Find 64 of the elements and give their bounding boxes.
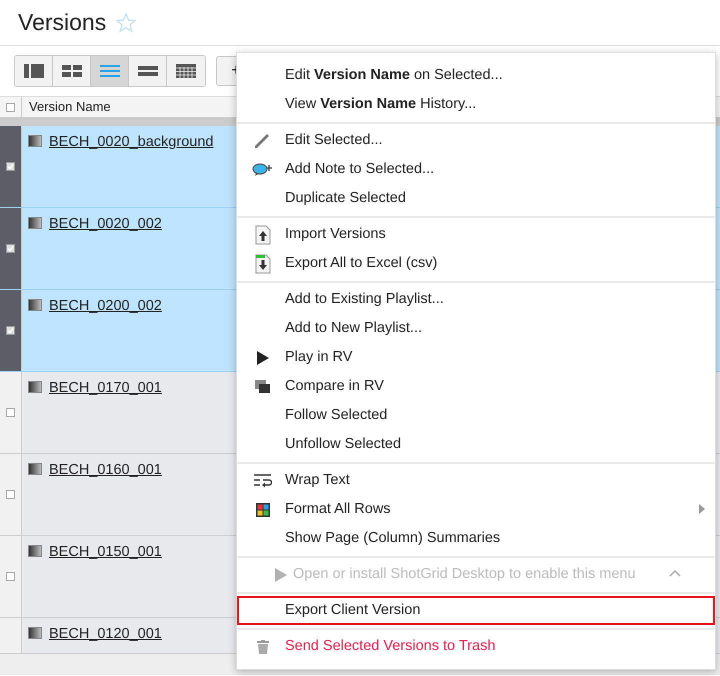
download-file-icon [255,254,271,274]
play-icon [257,350,269,364]
grid-view-icon [62,63,82,79]
trash-icon [257,640,269,654]
panel-view-icon [24,63,44,79]
select-all-checkbox[interactable] [6,102,15,112]
speech-bubble-icon [252,162,274,176]
menu-item[interactable]: Edit Version Name on Selected... [237,61,715,90]
page-title: Versions [18,8,106,36]
thumbnail-icon [28,381,42,393]
menu-item[interactable]: Unfollow Selected [237,430,715,459]
menu-item[interactable]: Compare in RV [237,372,715,401]
version-link[interactable]: BECH_0020_002 [49,214,162,236]
version-link[interactable]: BECH_0200_002 [49,296,162,318]
menu-item[interactable]: Add Note to Selected... [237,155,715,184]
view-button[interactable] [167,56,205,86]
menu-item[interactable]: Duplicate Selected [237,184,715,213]
menu-item[interactable]: Export All to Excel (csv) [237,249,715,278]
menu-item[interactable]: Follow Selected [237,401,715,430]
view-button[interactable] [15,56,53,86]
row-checkbox[interactable] [6,244,15,253]
menu-item[interactable]: Add to Existing Playlist... [237,285,715,314]
version-link[interactable]: BECH_0160_001 [49,460,162,482]
color-grid-icon [256,502,270,516]
row-checkbox[interactable] [6,572,15,581]
row-checkbox[interactable] [6,408,15,417]
list-view-icon [100,63,120,79]
thumbnail-icon [28,627,42,639]
check-icon [7,163,14,170]
pencil-icon [254,132,272,148]
menu-item[interactable]: Wrap Text [237,466,715,495]
menu-item[interactable]: Edit Selected... [237,126,715,155]
menu-item[interactable]: Play in RV [237,343,715,372]
menu-item[interactable]: Export Client Version [237,596,715,625]
view-button[interactable] [53,56,91,86]
menu-item[interactable]: Format All Rows [237,495,715,524]
thumbnail-icon [28,545,42,557]
version-link[interactable]: BECH_0020_background [49,132,214,154]
menu-item[interactable]: Send Selected Versions to Trash [237,632,715,661]
version-link[interactable]: BECH_0150_001 [49,542,162,564]
stacked-squares-icon [255,380,271,394]
row-checkbox[interactable] [6,162,15,171]
column-header[interactable]: Version Name [22,97,111,117]
check-icon [7,245,14,252]
play-icon [275,568,287,582]
row-checkbox[interactable] [6,490,15,499]
menu-item[interactable]: View Version Name History... [237,90,715,119]
calendar-view-icon [176,63,196,79]
wrap-text-icon [254,474,272,488]
thumbnail-icon [28,299,42,311]
menu-item[interactable]: Import Versions [237,220,715,249]
menu-item[interactable]: Show Page (Column) Summaries [237,524,715,553]
thumbnail-icon [28,135,42,147]
version-link[interactable]: BECH_0120_001 [49,624,162,646]
upload-file-icon [255,224,271,244]
rows-view-icon [138,63,158,79]
version-link[interactable]: BECH_0170_001 [49,378,162,400]
menu-item[interactable]: Add to New Playlist... [237,314,715,343]
view-button[interactable] [129,56,167,86]
thumbnail-icon [28,463,42,475]
star-icon[interactable] [116,12,136,32]
thumbnail-icon [28,217,42,229]
row-checkbox[interactable] [6,326,15,335]
check-icon [7,327,14,334]
